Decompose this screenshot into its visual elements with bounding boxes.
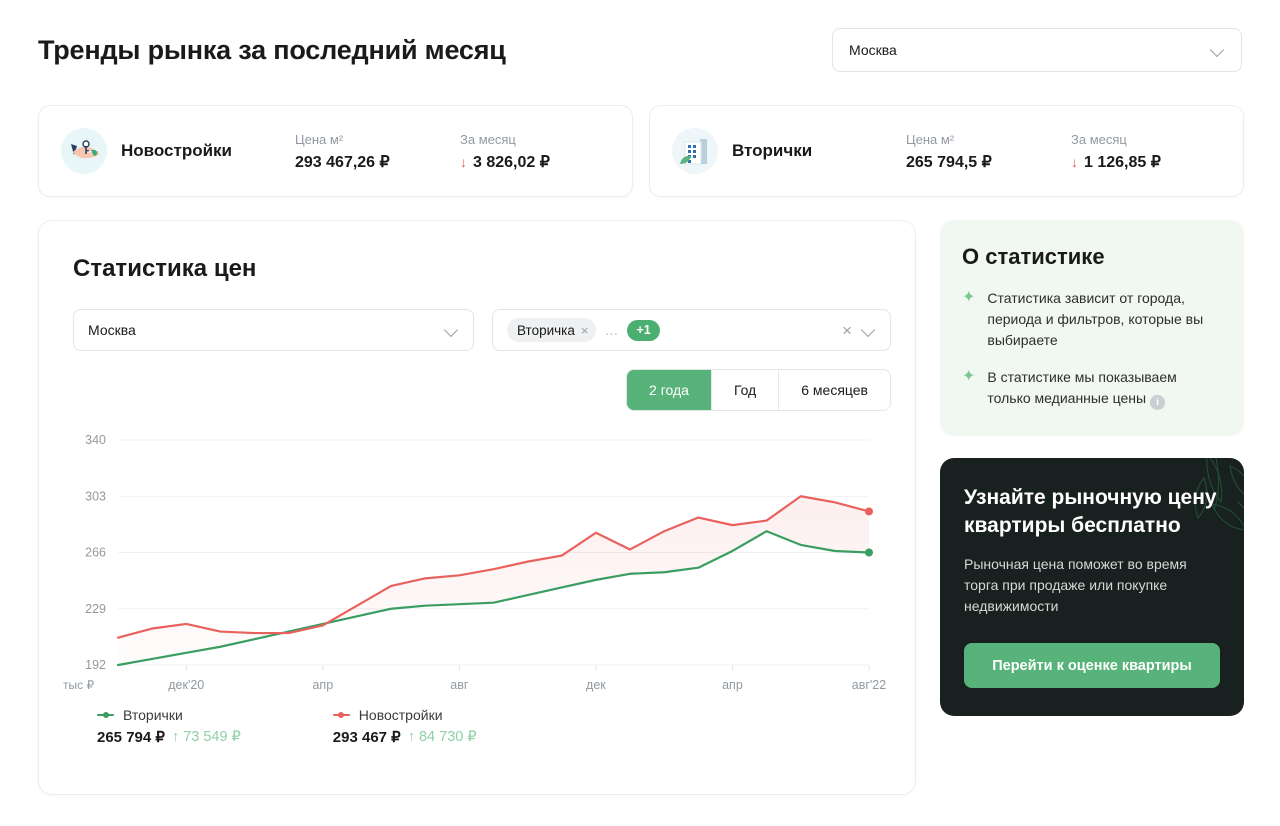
legend-item-vtorichki: Вторички 265 794 ₽ ↑ 73 549 ₽ [97,707,241,746]
metric-value: 3 826,02 ₽ [473,153,550,171]
metric-value: 265 794,5 ₽ [906,153,992,171]
about-item: ✦ Статистика зависит от города, периода … [962,288,1222,351]
arrow-down-icon: ↓ [1071,153,1078,170]
chip-label: Вторичка [516,322,575,338]
metric-label: За месяц [460,131,516,147]
about-title: О статистике [962,244,1105,269]
multiselect-controls: × [842,322,876,339]
about-statistics-card: О статистике ✦ Статистика зависит от гор… [940,220,1244,436]
close-icon[interactable]: × [581,323,589,338]
more-count-badge[interactable]: +1 [627,319,660,341]
filter-chip-vtorichka[interactable]: Вторичка × [506,318,597,342]
period-2-years[interactable]: 2 года [627,370,712,410]
metric-price-per-m2: Цена м² 265 794,5 ₽ [906,131,1071,172]
legend-marker-green [97,711,114,720]
legend-delta-value: 73 549 ₽ [183,729,241,745]
price-chart: 192 229 266 303 340 дек'20 апр авг дек апр авг'22 [63,426,893,706]
metric-label: За месяц [1071,131,1127,147]
price-statistics-card: Статистика цен Москва Вторичка × … +1 × [38,220,916,795]
svg-text:апр: апр [722,678,743,692]
metric-label: Цена м² [906,131,955,147]
period-toggle-group: 2 года Год 6 месяцев [626,369,891,411]
about-item: ✦ В статистике мы показываем только меди… [962,367,1222,410]
legend-delta-value: 84 730 ₽ [418,729,477,745]
summary-card-title: Новостройки [121,141,233,160]
svg-text:дек'20: дек'20 [168,678,204,692]
summary-card-title: Вторички [732,141,813,160]
info-icon[interactable]: i [1150,395,1166,410]
metric-label: Цена м² [295,131,344,147]
summary-card-novostroyki: Новостройки Цена м² 293 467,26 ₽ За меся… [38,105,633,197]
summary-card-vtorichki: Вторички Цена м² 265 794,5 ₽ За месяц ↓ … [649,105,1244,197]
main-content: Статистика цен Москва Вторичка × … +1 × [38,220,1244,795]
overflow-dots: … [604,322,620,338]
y-axis-unit-label: тыс ₽ [63,678,95,692]
svg-text:266: 266 [85,546,106,560]
chart-legend: Вторички 265 794 ₽ ↑ 73 549 ₽ Новостройк… [97,707,477,746]
promo-card: Узнайте рыночную цену квартиры бесплатно… [940,458,1244,716]
legend-bottom: 265 794 ₽ ↑ 73 549 ₽ [97,728,241,746]
header-city-select[interactable]: Москва [832,28,1242,72]
legend-top: Вторички [97,707,241,723]
metric-value: 293 467,26 ₽ [295,153,390,171]
legend-label: Новостройки [358,707,443,723]
chevron-down-icon [1211,43,1225,57]
metric-value-row: ↓ 1 126,85 ₽ [1071,152,1221,172]
about-item-text: В статистике мы показываем только медиан… [987,369,1177,410]
svg-text:авг'22: авг'22 [852,678,886,692]
summary-metrics: Цена м² 265 794,5 ₽ За месяц ↓ 1 126,85 … [906,131,1221,172]
svg-text:192: 192 [85,658,106,672]
chevron-down-icon[interactable] [862,323,876,337]
legend-top: Новостройки [332,707,477,723]
period-6-months[interactable]: 6 месяцев [779,370,890,410]
legend-marker-red [332,711,350,720]
keys-in-hand-icon [61,128,107,174]
chevron-down-icon [445,323,459,337]
arrow-up-icon: ↑ [407,729,415,745]
promo-title: Узнайте рыночную цену квартиры бесплатно [964,486,1217,537]
chart-type-multiselect[interactable]: Вторичка × … +1 × [491,309,891,351]
legend-value: 293 467 ₽ [332,729,401,746]
legend-label: Вторички [123,707,183,723]
clear-icon[interactable]: × [842,322,852,339]
about-item-text: Статистика зависит от города, периода и … [987,290,1204,348]
svg-text:дек: дек [586,678,606,692]
chart-city-value: Москва [88,322,136,338]
summary-cards: Новостройки Цена м² 293 467,26 ₽ За меся… [38,105,1244,197]
header-city-value: Москва [849,42,897,58]
chart-title: Статистика цен [73,255,257,282]
market-trends-page: Тренды рынка за последний месяц Москва Н… [0,0,1280,826]
summary-metrics: Цена м² 293 467,26 ₽ За месяц ↓ 3 826,02… [295,131,610,172]
building-icon [672,128,718,174]
period-year[interactable]: Год [711,370,780,410]
legend-bottom: 293 467 ₽ ↑ 84 730 ₽ [333,728,477,746]
go-to-valuation-button[interactable]: Перейти к оценке квартиры [964,643,1220,688]
legend-delta: ↑ 73 549 ₽ [172,729,241,745]
metric-monthly-change: За месяц ↓ 1 126,85 ₽ [1071,131,1221,172]
legend-delta: ↑ 84 730 ₽ [408,729,477,745]
chart-city-select[interactable]: Москва [73,309,474,351]
metric-value-row: ↓ 3 826,02 ₽ [460,152,610,172]
metric-monthly-change: За месяц ↓ 3 826,02 ₽ [460,131,610,172]
promo-text: Рыночная цена поможет во время торга при… [964,556,1187,614]
page-title: Тренды рынка за последний месяц [38,35,506,65]
right-rail: О статистике ✦ Статистика зависит от гор… [940,220,1244,795]
sparkle-icon: ✦ [962,289,976,306]
price-chart-svg: 192 229 266 303 340 дек'20 апр авг дек апр авг'22 [85,433,886,692]
svg-text:340: 340 [85,433,106,447]
svg-text:авг: авг [450,678,469,692]
arrow-down-icon: ↓ [460,153,467,170]
chart-filters: Москва Вторичка × … +1 × [73,309,891,351]
arrow-up-icon: ↑ [171,729,180,745]
legend-value: 265 794 ₽ [97,729,165,746]
svg-text:303: 303 [85,489,106,503]
page-header: Тренды рынка за последний месяц Москва [0,0,1280,100]
svg-text:апр: апр [312,678,333,692]
sparkle-icon: ✦ [962,368,976,385]
legend-item-novostroyki: Новостройки 293 467 ₽ ↑ 84 730 ₽ [332,707,477,746]
metric-price-per-m2: Цена м² 293 467,26 ₽ [295,131,460,172]
metric-value: 1 126,85 ₽ [1084,153,1161,171]
svg-text:229: 229 [85,602,106,616]
